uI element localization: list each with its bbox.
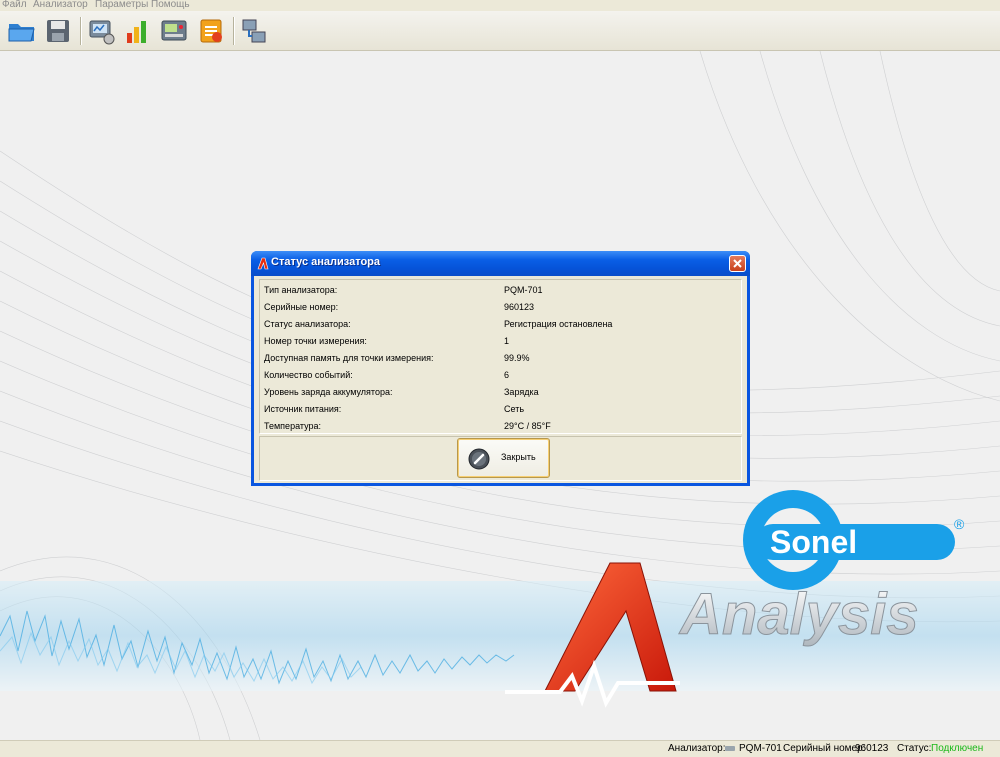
menu-file[interactable]: Файл: [2, 0, 27, 10]
info-value: 1: [504, 336, 510, 346]
dialog-button-panel: Закрыть: [259, 436, 742, 481]
close-window-button[interactable]: [729, 255, 746, 272]
info-label: Температура:: [264, 421, 322, 431]
connection-status-label: Статус:: [897, 743, 932, 754]
bar-chart-icon[interactable]: [121, 15, 153, 47]
open-folder-icon[interactable]: [6, 15, 38, 47]
status-bar: Анализатор: PQM-701 Серийный номер: 9601…: [0, 740, 1000, 757]
close-icon: [733, 259, 742, 268]
info-row: Номер точки измерения: 1: [260, 333, 741, 350]
info-label: Количество событий:: [264, 370, 353, 380]
info-label: Источник питания:: [264, 404, 342, 414]
analyzer-connect-icon[interactable]: [85, 15, 117, 47]
serial-label: Серийный номер:: [783, 743, 866, 754]
info-value: Зарядка: [504, 387, 539, 397]
toolbar-separator: [233, 17, 235, 45]
info-value: 29°C / 85°F: [504, 421, 551, 431]
network-icon[interactable]: [238, 15, 270, 47]
info-value: 960123: [504, 302, 535, 312]
info-row: Источник питания: Сеть: [260, 401, 741, 418]
info-label: Тип анализатора:: [264, 285, 338, 295]
toolbar-separator: [80, 17, 82, 45]
menu-parameters[interactable]: Параметры: [95, 0, 148, 10]
analyzer-status-dialog: Статус анализатора Тип анализатора: PQM-…: [251, 251, 750, 486]
analyzer-value: PQM-701: [739, 743, 782, 754]
dialog-title: Статус анализатора: [271, 256, 380, 268]
svg-text:®: ®: [954, 516, 965, 532]
status-info-panel: Тип анализатора: PQM-701 Серийные номер:…: [259, 279, 742, 434]
info-row: Доступная память для точки измерения: 99…: [260, 350, 741, 367]
menu-bar: Файл Анализатор Параметры Помощь: [0, 0, 1000, 11]
info-row: Тип анализатора: PQM-701: [260, 282, 741, 299]
info-value: Регистрация остановлена: [504, 319, 613, 329]
info-row: Количество событий: 6: [260, 367, 741, 384]
close-button-label: Закрыть: [501, 452, 536, 462]
info-value: PQM-701: [504, 285, 543, 295]
dialog-body: Тип анализатора: PQM-701 Серийные номер:…: [254, 276, 747, 483]
close-button[interactable]: Закрыть: [457, 438, 550, 478]
connection-status-value: Подключен: [931, 743, 984, 754]
info-value: 6: [504, 370, 510, 380]
menu-analyzer[interactable]: Анализатор: [33, 0, 88, 10]
svg-text:Sonel: Sonel: [770, 524, 857, 560]
analyzer-status-icon: [724, 741, 736, 757]
sonel-logo: Sonel ®: [743, 490, 965, 590]
close-dialog-icon: [468, 448, 490, 470]
menu-help[interactable]: Помощь: [151, 0, 190, 10]
svg-text:Analysis: Analysis: [678, 582, 919, 647]
info-row: Уровень заряда аккумулятора: Зарядка: [260, 384, 741, 401]
info-label: Серийные номер:: [264, 302, 339, 312]
serial-value: 960123: [855, 743, 889, 754]
info-label: Номер точки измерения:: [264, 336, 367, 346]
info-row: Серийные номер: 960123: [260, 299, 741, 316]
analyzer-label: Анализатор:: [668, 743, 726, 754]
dialog-titlebar[interactable]: Статус анализатора: [251, 251, 750, 276]
info-row: Температура: 29°C / 85°F: [260, 418, 741, 435]
info-label: Доступная память для точки измерения:: [264, 353, 434, 363]
report-icon[interactable]: [195, 15, 227, 47]
save-disk-icon[interactable]: [42, 15, 74, 47]
info-label: Уровень заряда аккумулятора:: [264, 387, 393, 397]
info-value: 99.9%: [504, 353, 530, 363]
info-value: Сеть: [504, 404, 525, 414]
app-icon: [256, 256, 270, 270]
info-row: Статус анализатора: Регистрация остановл…: [260, 316, 741, 333]
toolbar: [0, 11, 1000, 51]
settings-panel-icon[interactable]: [158, 15, 190, 47]
info-label: Статус анализатора:: [264, 319, 351, 329]
